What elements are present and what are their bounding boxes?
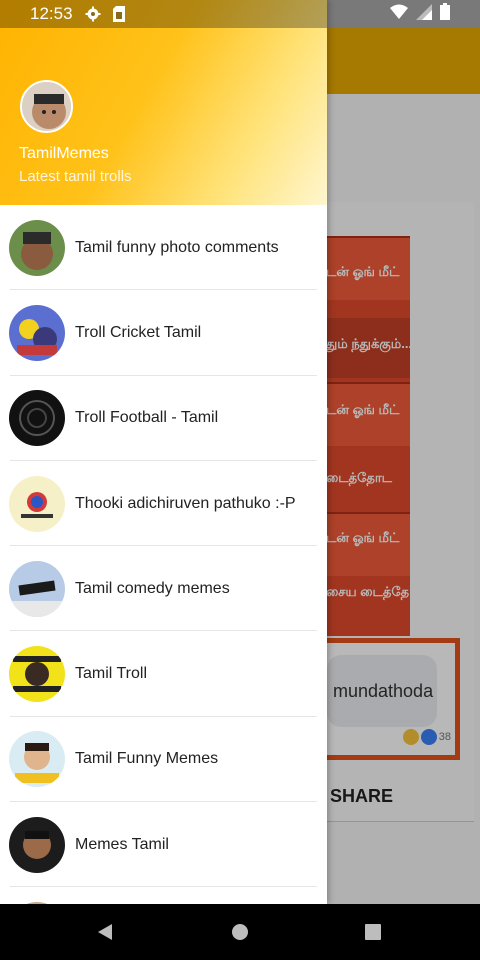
menu-item-tamil-funny-memes[interactable]: Tamil Funny Memes <box>0 717 327 803</box>
menu-item-memes-tamil[interactable]: Memes Tamil <box>0 802 327 888</box>
battery-icon <box>440 3 450 25</box>
menu-item-comedy-memes[interactable]: Tamil comedy memes <box>0 546 327 632</box>
navigation-drawer: TamilMemes Latest tamil trolls Tamil fun… <box>0 0 327 904</box>
drawer-header: TamilMemes Latest tamil trolls <box>0 0 327 205</box>
sim-card-icon <box>112 6 125 22</box>
menu-item-tamil-troll[interactable]: Tamil Troll <box>0 631 327 718</box>
wifi-icon <box>390 4 408 25</box>
header-subtitle: Latest tamil trolls <box>19 168 132 185</box>
menu-item-label: Thooki adichiruven pathuko :-P <box>75 494 296 512</box>
menu-item-label: Tamil Troll <box>75 665 148 683</box>
menu-item-thooki-adichiruven[interactable]: Thooki adichiruven pathuko :-P <box>0 461 327 547</box>
profile-avatar[interactable] <box>20 80 73 133</box>
menu-item-label: Tamil Funny Memes <box>75 750 219 768</box>
page-avatar <box>9 219 65 276</box>
menu-item-troll-football[interactable]: Troll Football - Tamil <box>0 376 327 462</box>
menu-item-label: Tamil comedy memes <box>75 579 230 597</box>
page-avatar <box>9 731 65 788</box>
drawer-menu: Tamil funny photo comments Troll Cricket… <box>0 205 327 904</box>
menu-item-label: Troll Football - Tamil <box>75 409 219 427</box>
page-avatar <box>9 560 65 617</box>
menu-item-label: Troll Cricket Tamil <box>75 323 202 341</box>
page-avatar <box>9 646 65 703</box>
settings-gear-icon <box>85 6 101 22</box>
header-title: TamilMemes <box>19 145 109 162</box>
status-time: 12:53 <box>30 4 73 23</box>
system-nav-bar <box>0 904 480 960</box>
menu-item-partial[interactable] <box>0 887 327 904</box>
page-avatar <box>9 816 65 873</box>
menu-item-label: Memes Tamil <box>75 835 169 853</box>
status-bar: 12:53 <box>0 0 480 28</box>
page-avatar <box>9 475 65 532</box>
menu-item-label: Tamil funny photo comments <box>75 238 279 256</box>
home-circle-icon[interactable] <box>228 920 252 944</box>
menu-item-troll-cricket[interactable]: Troll Cricket Tamil <box>0 290 327 376</box>
recents-square-icon[interactable] <box>361 920 385 944</box>
back-triangle-icon[interactable] <box>94 920 118 944</box>
page-avatar <box>9 304 65 361</box>
signal-icon <box>416 3 432 25</box>
menu-item-funny-photo-comments[interactable]: Tamil funny photo comments <box>0 205 327 291</box>
page-avatar <box>9 390 65 447</box>
